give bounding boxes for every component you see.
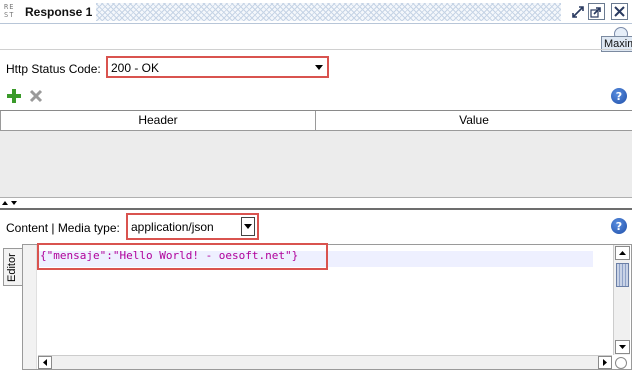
editor-gutter <box>23 245 37 369</box>
status-code-value: 200 - OK <box>111 61 160 75</box>
scroll-thumb[interactable] <box>616 263 629 287</box>
response-body-text[interactable]: {"mensaje":"Hello World! - oesoft.net"} <box>40 249 298 262</box>
splitter[interactable] <box>0 208 632 210</box>
scroll-right-button[interactable] <box>598 356 612 369</box>
status-code-select[interactable]: 200 - OK <box>106 56 329 78</box>
status-code-label: Http Status Code: <box>6 62 101 76</box>
plus-icon[interactable] <box>6 88 22 104</box>
chevron-up-icon <box>619 251 626 255</box>
close-icon[interactable] <box>28 88 44 104</box>
title-bar-pattern <box>96 3 561 21</box>
help-icon[interactable]: ? <box>611 218 627 234</box>
vertical-scrollbar[interactable] <box>613 245 630 355</box>
resize-grip-icon[interactable] <box>615 357 627 369</box>
title-bar: RE ST Response 1 <box>0 0 632 24</box>
horizontal-scrollbar[interactable] <box>38 355 612 369</box>
chevron-down-icon <box>244 224 252 229</box>
collapse-toggle-icon[interactable] <box>1 199 21 207</box>
media-type-value: application/json <box>131 220 214 234</box>
column-header-header[interactable]: Header <box>0 111 316 131</box>
editor-tab-label: Editor <box>6 253 18 282</box>
scroll-down-button[interactable] <box>615 340 630 354</box>
rest-icon: RE ST <box>4 3 15 19</box>
separator <box>0 49 632 50</box>
maximize-icon[interactable] <box>588 3 605 20</box>
help-icon[interactable]: ? <box>611 88 627 104</box>
close-window-icon[interactable] <box>611 3 628 20</box>
scroll-left-button[interactable] <box>38 356 52 369</box>
editor-tab[interactable]: Editor <box>3 248 22 286</box>
restore-icon[interactable] <box>569 3 586 20</box>
column-header-value[interactable]: Value <box>316 111 632 131</box>
chevron-right-icon <box>603 359 607 366</box>
headers-table: Header Value <box>0 110 632 198</box>
headers-table-header: Header Value <box>0 111 632 131</box>
chevron-down-icon <box>315 65 323 70</box>
media-type-select[interactable]: application/json <box>126 213 259 240</box>
chevron-left-icon <box>43 359 47 366</box>
dropdown-button[interactable] <box>241 217 255 236</box>
window-title: Response 1 <box>25 5 93 19</box>
chevron-down-icon <box>619 345 626 349</box>
content-media-type-label: Content | Media type: <box>6 221 120 235</box>
scroll-up-button[interactable] <box>615 246 630 260</box>
